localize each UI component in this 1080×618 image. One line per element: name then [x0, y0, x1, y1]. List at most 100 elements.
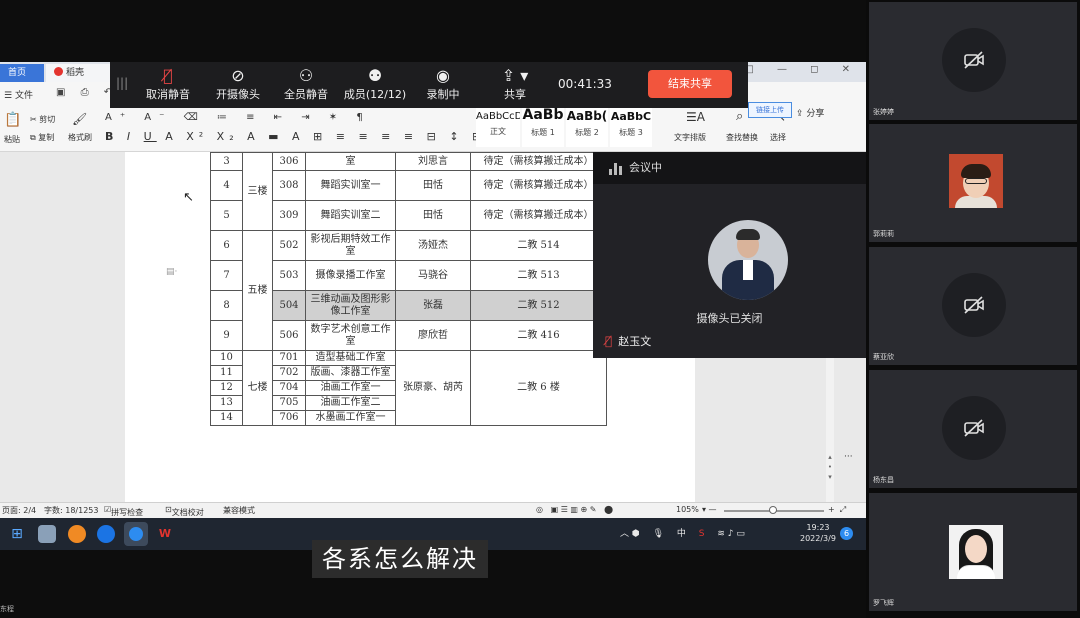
upload-link-hint[interactable]: 链接上传	[748, 102, 792, 118]
participant-tile[interactable]: 蔡亚欣	[869, 247, 1077, 365]
file-explorer-icon[interactable]	[38, 525, 56, 543]
cell-name: 水墨画工作室一	[305, 410, 396, 426]
cell-plan: 二教 6 楼	[470, 350, 607, 426]
cell-no: 6	[210, 230, 243, 261]
view-mode-icons[interactable]: ◎ ▣ ☰ ▥ ⊕ ✎ ⬤	[536, 505, 613, 514]
copy-label: 复制	[38, 133, 55, 142]
cell-person: 马骁谷	[395, 260, 471, 291]
docer-icon	[54, 67, 63, 76]
zoom-in-icon[interactable]: + ⤢	[828, 505, 846, 515]
wps-icon[interactable]: W	[156, 525, 174, 543]
mute-all-icon: ⚇	[298, 66, 314, 85]
mic-muted-icon: 🎙̸	[605, 334, 613, 348]
participant-tile[interactable]: 张婷婷	[869, 2, 1077, 120]
tray-expand-icon[interactable]: ︿ ⬢	[620, 529, 640, 539]
camera-off-icon: ⊘	[231, 66, 245, 85]
caption-subtitle: 各系怎么解决	[312, 540, 488, 578]
members-button[interactable]: ⚉ 成员(12/12)	[340, 66, 410, 106]
shared-screen-stage: 首页 稻壳 □ — ◻ ✕ ☰ 文件 ▣ ⎙ ↶ ↷ 📋 粘贴 ✂ 剪切 ⧉ 复…	[0, 0, 866, 618]
style-normal-label: 正文	[490, 127, 506, 136]
cell-plan: 二教 512	[470, 290, 607, 321]
cell-plan: 待定（需核算搬迁成本）	[470, 152, 607, 171]
cell-name: 三维动画及图形影像工作室	[305, 290, 396, 321]
find-replace-button[interactable]: 查找替换	[726, 132, 758, 143]
cell-room: 705	[272, 395, 306, 411]
mute-all-button[interactable]: ⚇ 全员静音	[276, 66, 336, 106]
more-icon[interactable]: ···	[844, 452, 853, 462]
style-heading-3-label: 标题 3	[619, 128, 643, 137]
participant-tile[interactable]: 郭莉莉	[869, 124, 1077, 242]
cell-no: 7	[210, 260, 243, 291]
share-screen-button[interactable]: ⇪ ▾ 共享	[490, 66, 540, 106]
style-heading-1[interactable]: AaBb 标题 1	[522, 107, 564, 147]
style-heading-2[interactable]: AaBb( 标题 2	[566, 107, 608, 147]
style-heading-2-label: 标题 2	[575, 128, 599, 137]
cell-room: 309	[272, 200, 306, 231]
zoom-menu-icon[interactable]: ▾ —	[702, 505, 717, 514]
paste-icon[interactable]: 📋	[4, 112, 21, 128]
tab-docer[interactable]: 稻壳	[46, 64, 112, 82]
copy-button[interactable]: ⧉ 复制	[30, 132, 54, 143]
cell-room: 306	[272, 152, 306, 171]
table-row: 10 七楼 701 造型基础工作室 张原豪、胡芮 二教 6 楼	[210, 350, 607, 426]
meeting-app-icon[interactable]	[97, 525, 115, 543]
word-count[interactable]: 字数: 18/1253	[44, 505, 98, 516]
active-app-icon[interactable]	[124, 522, 148, 546]
participant-name: 罗飞辉	[873, 599, 894, 607]
paragraph-handle-icon[interactable]: ▤·	[166, 267, 177, 277]
cell-plan: 二教 416	[470, 320, 607, 351]
spellcheck-toggle[interactable]: ☑ 拼写检查	[104, 505, 143, 517]
format-painter-button[interactable]: 格式刷	[68, 132, 92, 143]
tab-home[interactable]: 首页	[0, 64, 44, 82]
font-size-controls[interactable]: A⁺ A⁻ ⌫ ≔ ≡ ⇤ ⇥ ✶ ¶	[105, 112, 371, 123]
drag-handle-icon[interactable]: |||	[116, 76, 128, 90]
camera-on-button[interactable]: ⊘ 开摄像头	[208, 66, 268, 106]
system-clock[interactable]: 19:23 2022/3/9	[800, 522, 836, 544]
text-layout-button[interactable]: 文字排版	[674, 132, 706, 143]
cell-name: 版画、漆器工作室	[305, 365, 396, 381]
cell-no: 5	[210, 200, 243, 231]
file-menu[interactable]: ☰ 文件	[4, 88, 33, 101]
unmute-button[interactable]: 🎙̸ 取消静音	[138, 66, 198, 106]
select-button[interactable]: 选择	[770, 132, 786, 143]
cell-name: 影视后期特效工作室	[305, 230, 396, 261]
sogou-icon[interactable]: S	[699, 529, 705, 539]
style-heading-1-label: 标题 1	[531, 128, 555, 137]
speaker-name-tag: 🎙̸ 赵玉文	[605, 333, 651, 349]
active-speaker-window[interactable]: 会议中 摄像头已关闭 🎙̸ 赵玉文	[593, 152, 866, 358]
participant-tile[interactable]: 罗飞辉	[869, 493, 1077, 611]
style-heading-3-sample: AaBbC	[610, 110, 652, 123]
cell-room: 702	[272, 365, 306, 381]
cell-person: 田恬	[395, 170, 471, 201]
notification-badge[interactable]: 6	[840, 527, 853, 540]
recording-button[interactable]: ◉ 录制中	[416, 66, 470, 106]
microphone-icon[interactable]: 🎙	[653, 529, 664, 539]
tab-docer-label: 稻壳	[66, 68, 85, 78]
proofread-label: 文档校对	[171, 508, 204, 517]
windows-start-icon[interactable]: ⊞	[8, 525, 26, 543]
zoom-slider-handle[interactable]	[769, 506, 777, 514]
zoom-level[interactable]: 105%	[676, 505, 699, 514]
style-normal[interactable]: AaBbCcDd 正文	[476, 107, 520, 147]
participant-tile[interactable]: 杨东昌	[869, 370, 1077, 488]
cell-room: 701	[272, 350, 306, 366]
camera-off-icon	[942, 28, 1006, 92]
system-tray[interactable]: ︿ ⬢ 🎙 中 S ≋ ♪ ▭	[620, 526, 755, 539]
input-method-label[interactable]: 中	[677, 529, 686, 539]
cell-floor: 三楼	[242, 152, 273, 231]
scroll-page-controls[interactable]: ▴ • ▾	[826, 452, 834, 482]
font-format-controls[interactable]: B I U A X² X₂ A ▬ A ⊞ ≡ ≡ ≡ ≡ ⊟ ↕ ⊞	[105, 130, 486, 143]
unmute-label: 取消静音	[146, 88, 190, 101]
meeting-control-bar: ||| 🎙̸ 取消静音 ⊘ 开摄像头 ⚇ 全员静音 ⚉ 成员(12/12) ◉ …	[110, 62, 748, 108]
cut-button[interactable]: ✂ 剪切	[30, 114, 55, 125]
end-share-button[interactable]: 结束共享	[648, 70, 732, 98]
style-heading-3[interactable]: AaBbC 标题 3	[610, 107, 652, 147]
speaker-window-header[interactable]: 会议中	[593, 152, 866, 184]
participant-list: 张婷婷 郭莉莉 蔡亚欣 杨东昌 罗飞辉	[866, 0, 1080, 618]
share-button[interactable]: ⇪ 分享	[796, 106, 824, 119]
browser-icon[interactable]	[68, 525, 86, 543]
page-indicator[interactable]: 页面: 2/4	[2, 505, 36, 516]
window-controls[interactable]: □ — ◻ ✕	[744, 64, 860, 80]
proofread-button[interactable]: ⊡ 文档校对	[165, 505, 204, 517]
wifi-volume-battery-icons[interactable]: ≋ ♪ ▭	[717, 529, 745, 539]
